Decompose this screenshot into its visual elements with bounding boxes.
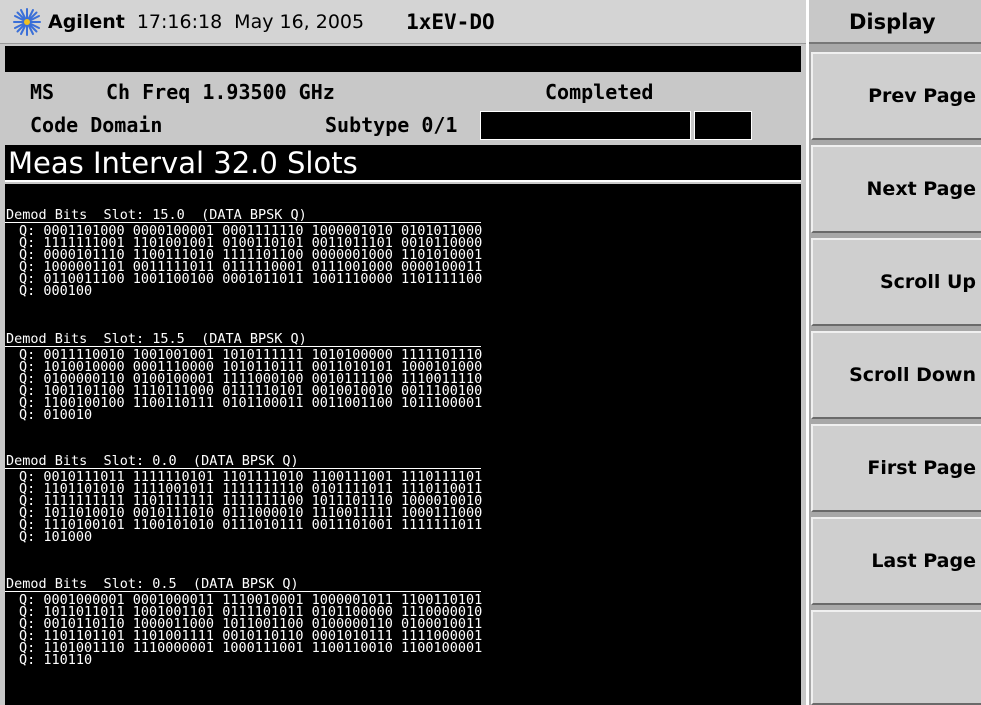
indicator-box-small	[694, 111, 752, 140]
brand-name: Agilent	[48, 10, 125, 33]
next-page-button[interactable]: Next Page	[811, 145, 981, 233]
bits-row: Q: 101000	[19, 529, 93, 545]
last-page-button[interactable]: Last Page	[811, 517, 981, 605]
scroll-up-button[interactable]: Scroll Up	[811, 238, 981, 326]
prev-page-button[interactable]: Prev Page	[811, 52, 981, 140]
bits-row: Q: 110110	[19, 652, 93, 668]
subtype-label: Subtype 0/1	[325, 113, 458, 137]
demod-block-header: Demod Bits Slot: 15.5 (DATA BPSK Q)	[6, 331, 307, 347]
demod-bits-display[interactable]: Demod Bits Slot: 15.0 (DATA BPSK Q) Q: 0…	[5, 184, 801, 705]
ms-label: MS	[30, 80, 55, 104]
measurement-status: Completed	[545, 80, 654, 104]
bits-row: Q: 010010	[19, 407, 93, 423]
bits-row: Q: 000100	[19, 283, 93, 299]
first-page-button[interactable]: First Page	[811, 424, 981, 512]
radio-mode: 1xEV-DO	[406, 9, 495, 34]
measurement-name: Code Domain	[30, 113, 163, 137]
blank-softkey[interactable]	[811, 610, 981, 705]
clock-time: 17:16:18	[136, 10, 223, 33]
scroll-down-button[interactable]: Scroll Down	[811, 331, 981, 419]
menu-title: Display	[809, 0, 981, 44]
indicator-box-wide	[480, 111, 691, 140]
softkey-menu: Display Prev Page Next Page Scroll Up Sc…	[806, 0, 981, 705]
clock-date: May 16, 2005	[234, 10, 365, 33]
agilent-spark-logo-icon	[12, 7, 42, 37]
demod-block-header: Demod Bits Slot: 0.5 (DATA BPSK Q)	[6, 576, 299, 592]
meas-interval-title: Meas Interval 32.0 Slots	[5, 145, 801, 182]
message-bar	[5, 46, 801, 72]
title-bar: Agilent 17:16:18 May 16, 2005 1xEV-DO	[0, 0, 806, 44]
demod-block-header: Demod Bits Slot: 15.0 (DATA BPSK Q)	[6, 207, 307, 223]
demod-block-header: Demod Bits Slot: 0.0 (DATA BPSK Q)	[6, 453, 299, 469]
channel-frequency: Ch Freq 1.93500 GHz	[106, 80, 335, 104]
measurement-info-panel: MS Ch Freq 1.93500 GHz Completed Code Do…	[5, 74, 801, 142]
